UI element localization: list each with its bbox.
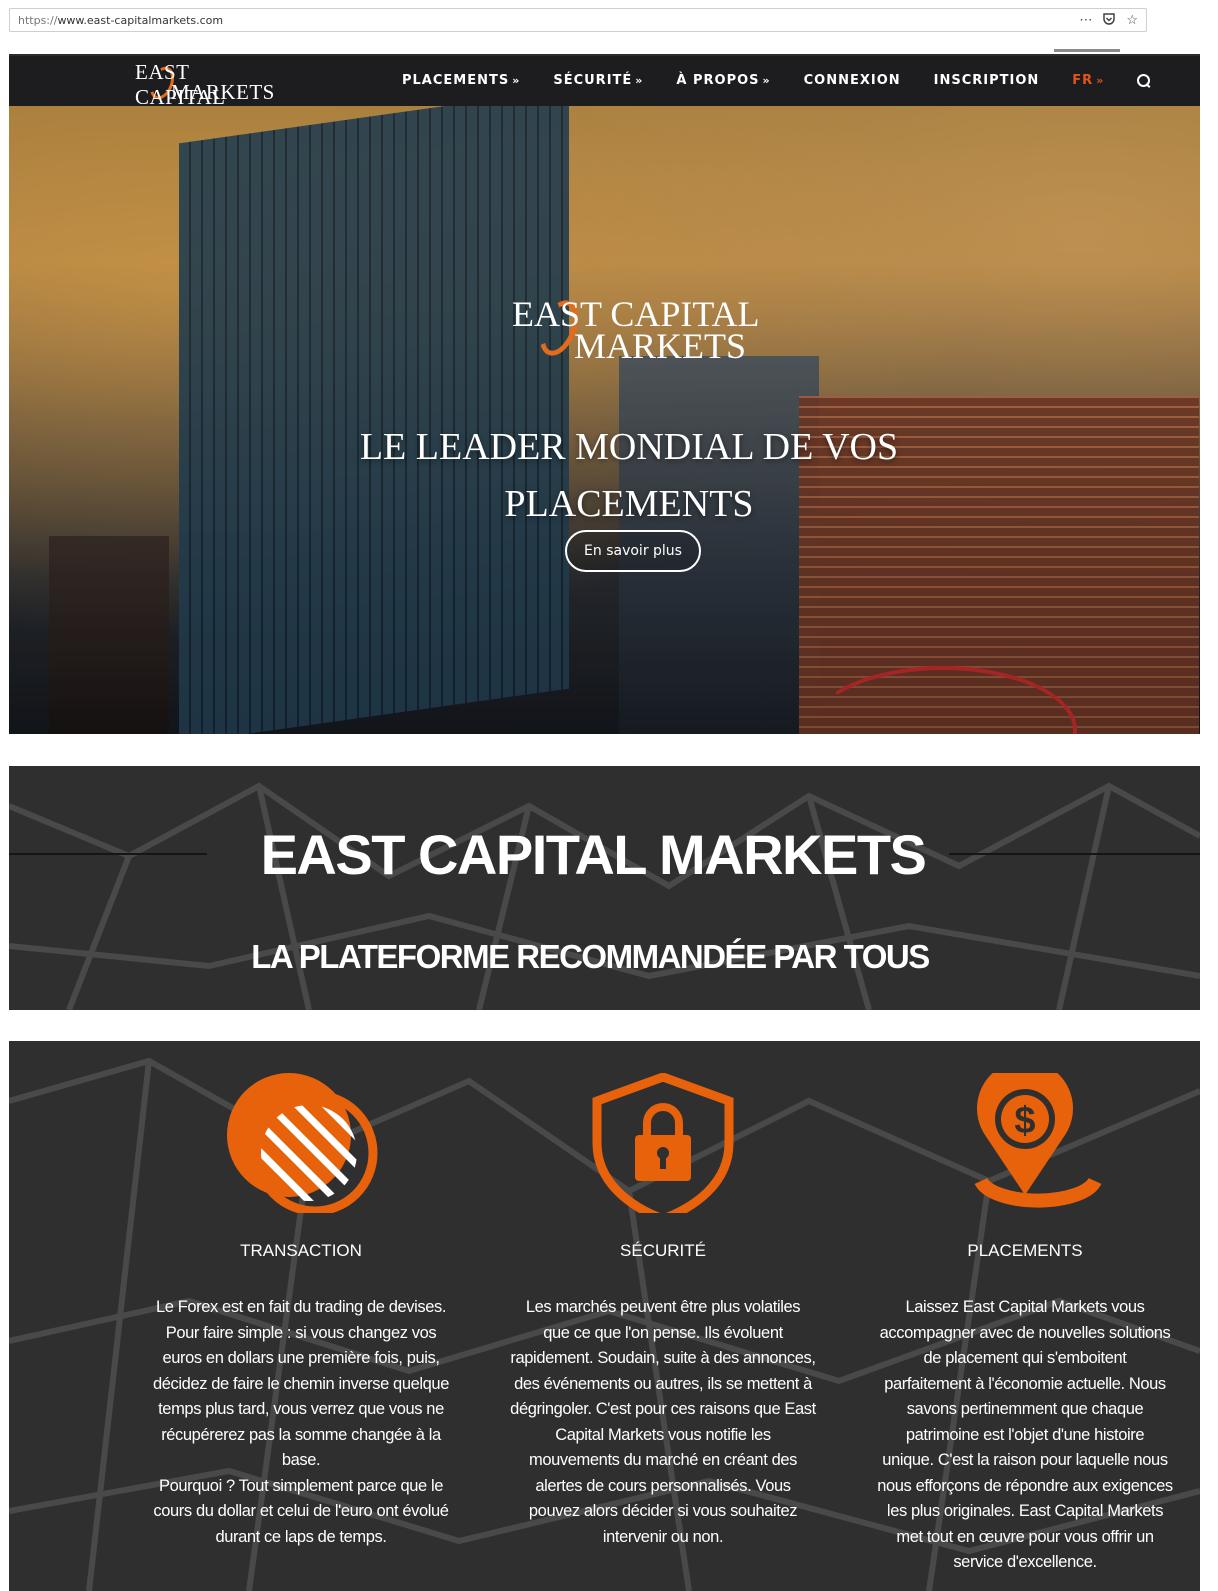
feature-text: Les marchés peuvent être plus volatiles … <box>510 1298 816 1546</box>
shield-lock-icon <box>483 1072 843 1224</box>
site-header: EAST CAPITAL MARKETS PLACEMENTS» SÉCURIT… <box>9 49 1200 109</box>
search-icon[interactable] <box>1137 73 1151 88</box>
pocket-icon[interactable] <box>1102 12 1116 30</box>
nav-item-inscription[interactable]: INSCRIPTION <box>934 73 1040 88</box>
main-nav: PLACEMENTS» SÉCURITÉ» À PROPOS» CONNEXIO… <box>402 49 1151 88</box>
chevron-down-icon: » <box>1096 74 1105 87</box>
address-bar[interactable]: https://www.east-capitalmarkets.com ⋯ ☆ <box>9 8 1147 32</box>
chevron-down-icon: » <box>762 74 771 87</box>
section-title: EAST CAPITAL MARKETS <box>260 823 927 886</box>
bookmark-star-icon[interactable]: ☆ <box>1126 12 1138 30</box>
chevron-down-icon: » <box>635 74 644 87</box>
hero-logo: EAST CAPITAL MARKETS <box>512 294 760 366</box>
dollar-pin-icon: $ <box>845 1060 1200 1213</box>
features-section: TRANSACTION Le Forex est en fait du trad… <box>9 1041 1200 1591</box>
nav-item-connexion[interactable]: CONNEXION <box>804 73 901 88</box>
chevron-down-icon: » <box>512 74 521 87</box>
language-selector[interactable]: FR» <box>1054 49 1121 88</box>
more-icon[interactable]: ⋯ <box>1079 12 1092 30</box>
hero-banner: EAST CAPITAL MARKETS LE LEADER MONDIAL D… <box>9 106 1200 734</box>
section-subtitle: LA PLATEFORME RECOMMANDÉE PAR TOUS <box>251 938 930 975</box>
nav-item-placements[interactable]: PLACEMENTS» <box>402 73 520 88</box>
feature-title: PLACEMENTS <box>967 1241 1083 1260</box>
svg-text:$: $ <box>1014 1100 1035 1142</box>
hero-title: LE LEADER MONDIAL DE VOS PLACEMENTS <box>359 426 899 525</box>
feature-text: Laissez East Capital Markets vous accomp… <box>877 1298 1173 1571</box>
feature-text: Le Forex est en fait du trading de devis… <box>153 1298 449 1546</box>
nav-item-a-propos[interactable]: À PROPOS» <box>676 73 770 88</box>
learn-more-button[interactable]: En savoir plus <box>565 530 701 572</box>
url-text[interactable]: https://www.east-capitalmarkets.com <box>18 14 223 27</box>
coins-icon <box>121 1073 481 1216</box>
feature-title: SÉCURITÉ <box>620 1241 706 1260</box>
brand-band: EAST CAPITAL MARKETS LA PLATEFORME RECOM… <box>9 766 1200 1010</box>
nav-item-securite[interactable]: SÉCURITÉ» <box>553 73 643 88</box>
site-logo[interactable]: EAST CAPITAL MARKETS <box>135 60 285 109</box>
feature-title: TRANSACTION <box>240 1241 362 1260</box>
